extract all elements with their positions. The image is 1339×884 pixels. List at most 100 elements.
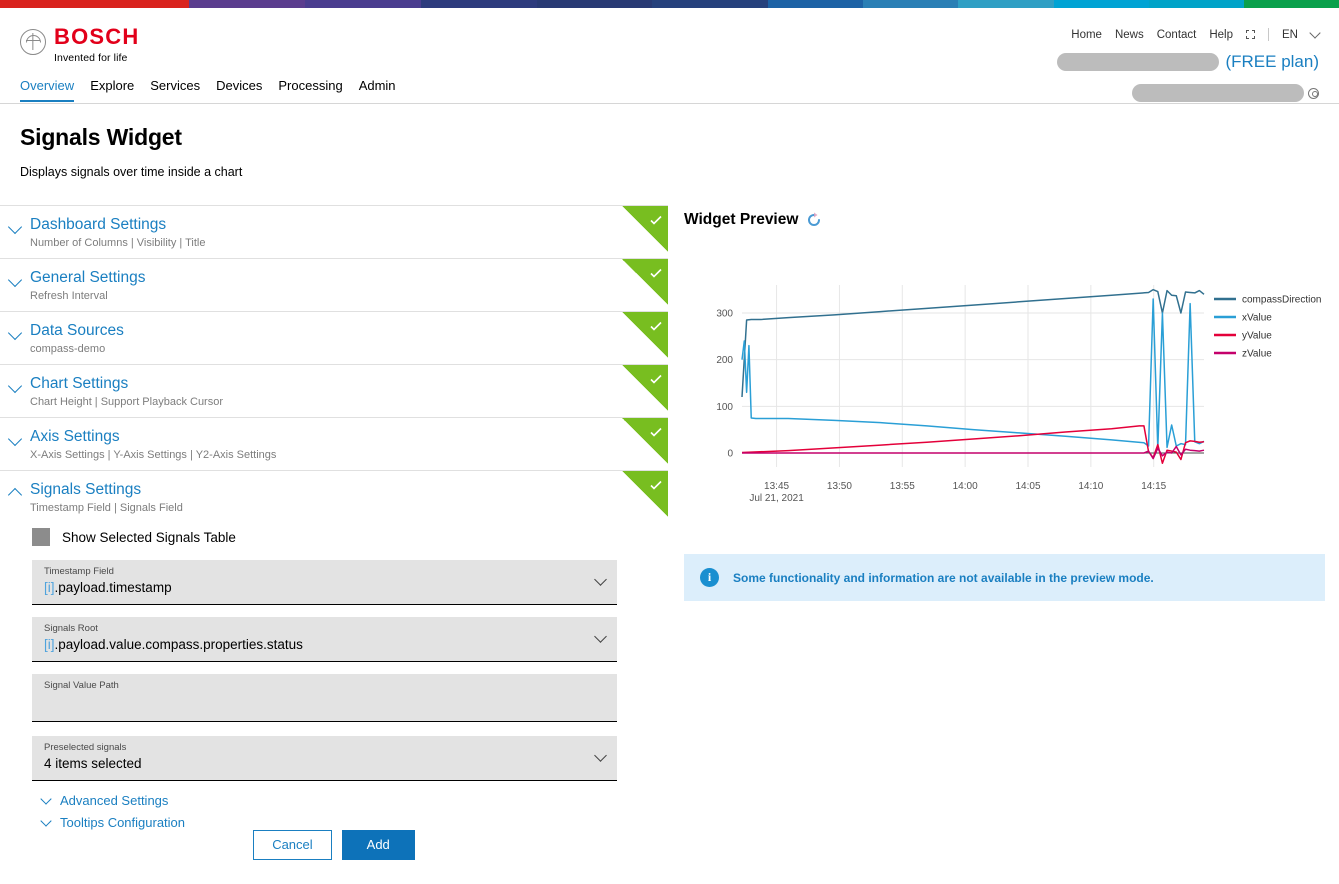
timestamp-field-select[interactable]: Timestamp Field [i].payload.timestamp [32,560,617,605]
advanced-settings-toggle[interactable]: Advanced Settings [32,793,668,808]
chevron-down-icon[interactable] [7,272,23,288]
main-navigation: Overview Explore Services Devices Proces… [0,78,1339,104]
accordion-dashboard-settings[interactable]: Dashboard Settings Number of Columns | V… [0,205,668,258]
chevron-down-icon[interactable] [594,630,607,643]
chevron-down-icon[interactable] [594,749,607,762]
brand-bar-segment [304,0,421,8]
accordion-subtitle: Chart Height | Support Playback Cursor [30,396,223,408]
link-help[interactable]: Help [1209,29,1233,41]
nav-item-overview[interactable]: Overview [20,78,75,102]
page-header: BOSCH Invented for life Home News Contac… [0,8,1339,102]
chevron-up-icon[interactable] [7,487,23,503]
main-content: Dashboard Settings Number of Columns | V… [0,205,1339,830]
divider [1268,28,1270,41]
accordion-subtitle: Timestamp Field | Signals Field [30,502,183,514]
plan-badge: (FREE plan) [1225,52,1319,71]
signals-chart: 0 100 200 300 13:45 13:50 13:55 14:00 14:05 14:10… [684,271,1339,526]
nav-item-admin[interactable]: Admin [359,78,396,102]
accordion-title: Dashboard Settings [30,216,167,233]
chevron-down-icon[interactable] [594,573,607,586]
signal-value-path-input[interactable]: Signal Value Path [32,674,617,722]
brand-bar-segment [0,0,190,8]
bosch-anchor-icon [20,29,46,55]
language-label[interactable]: EN [1282,29,1298,41]
form-actions: Cancel Add [0,830,668,860]
preview-info-banner: i Some functionality and information are… [684,554,1325,601]
signals-root-select[interactable]: Signals Root [i].payload.value.compass.p… [32,617,617,662]
accordion-chart-settings[interactable]: Chart Settings Chart Height | Support Pl… [0,364,668,417]
tooltips-configuration-toggle[interactable]: Tooltips Configuration [32,815,668,830]
brand-bar-segment [1243,0,1339,8]
x-axis-tick-label: 13:55 [890,481,915,492]
field-value: 4 items selected [44,756,142,771]
chevron-down-icon[interactable] [40,793,52,805]
nav-item-services[interactable]: Services [150,78,200,102]
show-selected-signals-table-row[interactable]: Show Selected Signals Table [32,528,668,546]
chart-series-yValue [741,425,1205,465]
field-label: Preselected signals [44,742,127,753]
link-home[interactable]: Home [1071,29,1102,41]
link-contact[interactable]: Contact [1157,29,1197,41]
x-axis-tick-label: 14:05 [1015,481,1040,492]
brand-bar-segment [958,0,1054,8]
chart-series-zValue [742,445,1205,460]
show-selected-signals-table-checkbox[interactable] [32,528,50,546]
chevron-down-icon[interactable] [7,219,23,235]
field-value: [i].payload.value.compass.properties.sta… [44,636,583,654]
x-axis-date-label: Jul 21, 2021 [749,493,804,504]
brand-bar-segment [768,0,864,8]
external-link-icon[interactable] [1246,30,1256,39]
page-heading-block: Signals Widget Displays signals over tim… [0,104,1339,179]
header-utility-links: Home News Contact Help EN [1071,27,1321,41]
brand-bar-segment [652,0,769,8]
bosch-wordmark: BOSCH [54,24,140,49]
accordion-general-settings[interactable]: General Settings Refresh Interval [0,258,668,311]
x-axis-tick-label: 14:15 [1141,481,1166,492]
add-button[interactable]: Add [341,830,415,860]
link-news[interactable]: News [1115,29,1144,41]
field-value: [i].payload.timestamp [44,579,583,597]
preview-info-text: Some functionality and information are n… [733,570,1154,585]
field-value-text: .payload.timestamp [54,580,172,595]
brand-bar-segment [1053,0,1149,8]
brand-bar-segment [536,0,653,8]
preview-header: Widget Preview [684,205,1339,229]
chart-series-compassDirection [741,288,1205,398]
y-axis-tick-label: 0 [727,449,733,460]
widget-preview-panel: Widget Preview 0 100 200 300 13:45 13:50 13:55… [668,205,1339,830]
chevron-down-icon[interactable] [7,431,23,447]
field-label: Timestamp Field [44,566,114,577]
accordion-axis-settings[interactable]: Axis Settings X-Axis Settings | Y-Axis S… [0,417,668,470]
field-value-text: .payload.value.compass.properties.status [54,637,303,652]
cancel-button[interactable]: Cancel [253,830,332,860]
index-token: [i] [44,580,55,595]
tooltips-configuration-label: Tooltips Configuration [60,815,186,830]
field-value [44,693,583,711]
brand-bar-segment [420,0,537,8]
chevron-down-icon[interactable] [7,378,23,394]
accordion-title: Chart Settings [30,375,129,392]
accordion-signals-settings[interactable]: Signals Settings Timestamp Field | Signa… [0,470,668,830]
preselected-signals-select[interactable]: Preselected signals 4 items selected [32,736,617,781]
x-axis-tick-label: 13:50 [827,481,852,492]
account-row: (FREE plan) [1057,52,1319,72]
nav-item-devices[interactable]: Devices [216,78,262,102]
chevron-down-icon[interactable] [40,815,52,827]
brand-bar-segment [863,0,959,8]
chevron-down-icon[interactable] [7,325,23,341]
nav-item-processing[interactable]: Processing [278,78,342,102]
account-name-redacted [1057,53,1220,71]
legend-label: zValue [1242,349,1272,360]
accordion-subtitle: X-Axis Settings | Y-Axis Settings | Y2-A… [30,449,277,461]
x-axis-tick-label: 14:10 [1078,481,1103,492]
accordion-title: Data Sources [30,322,124,339]
show-selected-signals-table-label: Show Selected Signals Table [62,529,236,545]
accordion-subtitle: Number of Columns | Visibility | Title [30,237,206,249]
refresh-spinner-icon[interactable] [806,212,822,228]
bosch-claim: Invented for life [54,52,128,64]
nav-item-explore[interactable]: Explore [90,78,134,102]
settings-panel: Dashboard Settings Number of Columns | V… [0,205,668,830]
chevron-down-icon[interactable] [1309,27,1321,39]
accordion-data-sources[interactable]: Data Sources compass-demo [0,311,668,364]
accordion-title: General Settings [30,269,146,286]
